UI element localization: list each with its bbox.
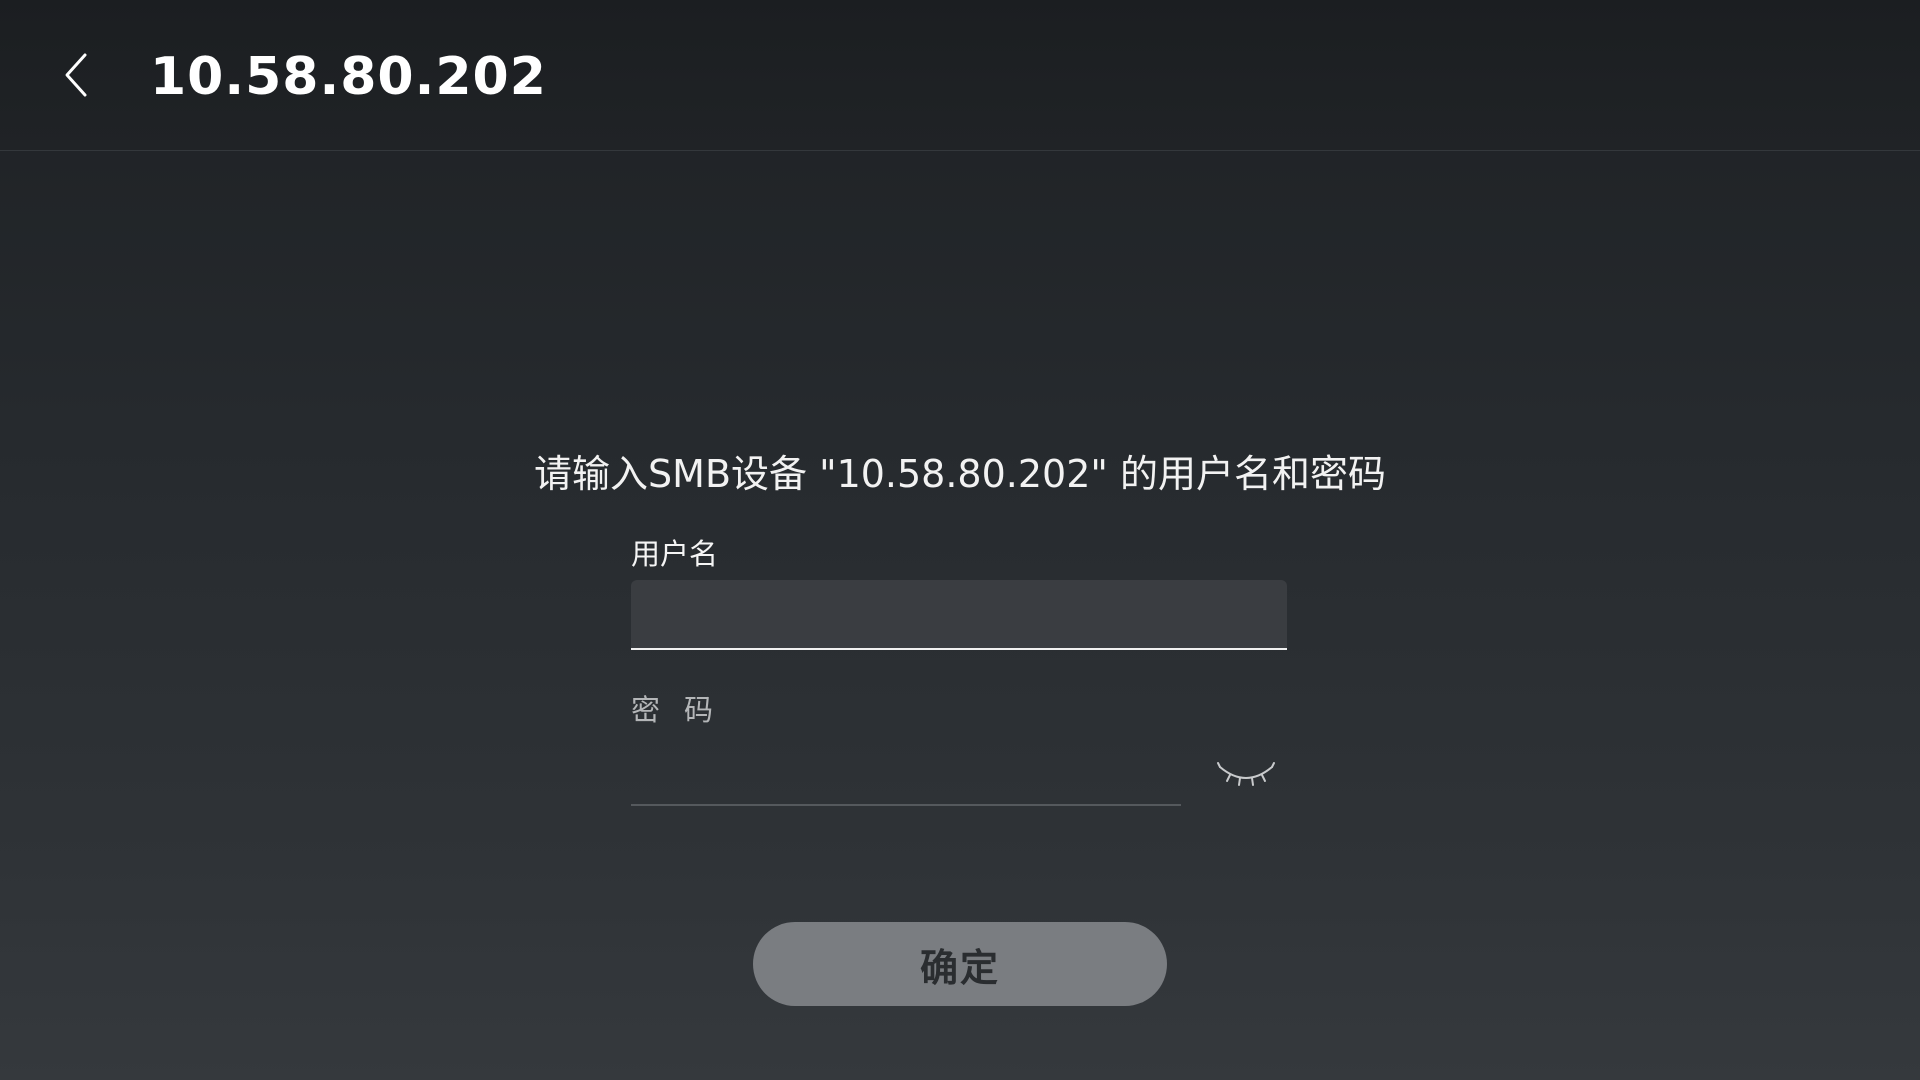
top-bar: 10.58.80.202 — [0, 0, 1920, 151]
confirm-button[interactable]: 确定 — [753, 922, 1167, 1006]
password-input[interactable] — [631, 746, 1181, 806]
login-prompt: 请输入SMB设备 "10.58.80.202" 的用户名和密码 — [534, 452, 1386, 496]
back-button[interactable] — [48, 43, 104, 107]
page-title: 10.58.80.202 — [150, 47, 547, 107]
chevron-left-icon — [65, 53, 87, 97]
password-visibility-toggle[interactable] — [1211, 752, 1281, 796]
username-input[interactable] — [631, 580, 1287, 650]
eye-closed-icon — [1217, 762, 1275, 786]
password-label: 密码 — [631, 693, 738, 727]
username-label: 用户名 — [631, 537, 719, 571]
